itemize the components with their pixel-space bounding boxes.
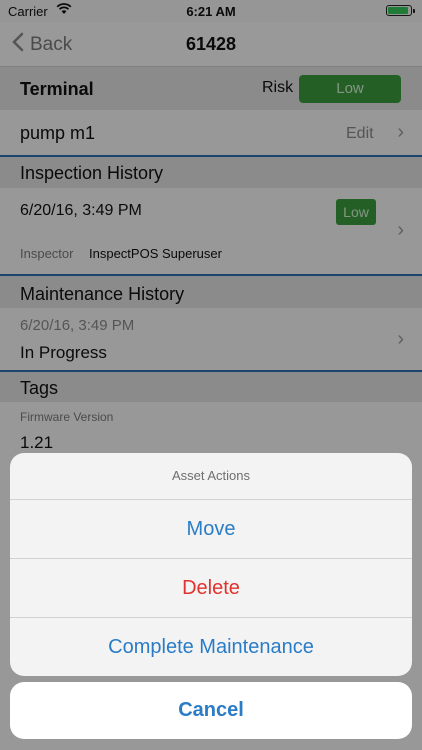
complete-maintenance-button[interactable]: Complete Maintenance [10,618,412,676]
cancel-button[interactable]: Cancel [10,682,412,739]
action-sheet: Asset Actions Move Delete Complete Maint… [10,453,412,676]
delete-button[interactable]: Delete [10,559,412,618]
action-sheet-title: Asset Actions [10,453,412,500]
move-button[interactable]: Move [10,500,412,559]
